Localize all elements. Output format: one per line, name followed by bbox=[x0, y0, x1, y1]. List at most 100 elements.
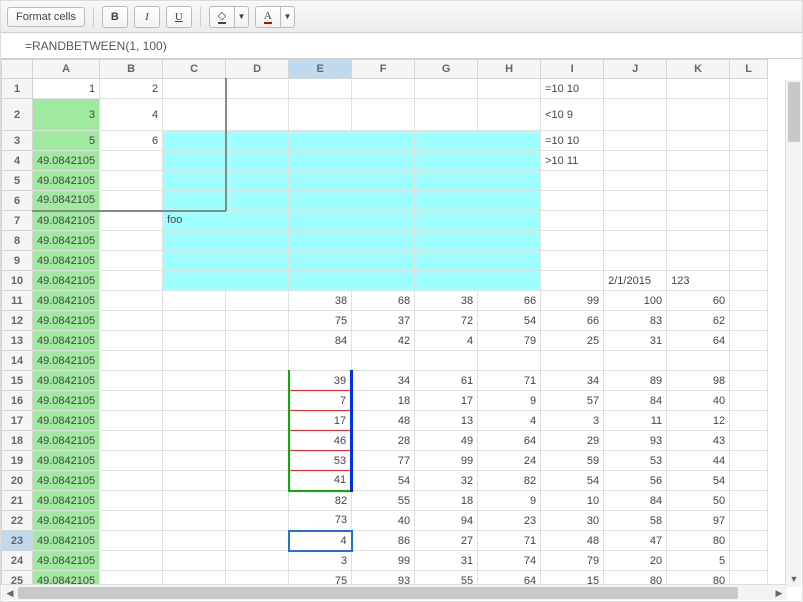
cell-G16[interactable]: 17 bbox=[415, 391, 478, 411]
cell-A12[interactable]: 49.0842105 bbox=[33, 311, 100, 331]
cell-D14[interactable] bbox=[226, 351, 289, 371]
cell-I22[interactable]: 30 bbox=[541, 511, 604, 531]
cell-G6[interactable] bbox=[415, 191, 478, 211]
cell-L9[interactable] bbox=[730, 251, 768, 271]
cell-H25[interactable]: 64 bbox=[478, 571, 541, 586]
cell-L11[interactable] bbox=[730, 291, 768, 311]
col-header-A[interactable]: A bbox=[33, 60, 100, 79]
cell-C23[interactable] bbox=[163, 531, 226, 551]
cell-A22[interactable]: 49.0842105 bbox=[33, 511, 100, 531]
underline-button[interactable]: U bbox=[166, 6, 192, 28]
cell-L16[interactable] bbox=[730, 391, 768, 411]
cell-F25[interactable]: 93 bbox=[352, 571, 415, 586]
cell-K15[interactable]: 98 bbox=[667, 371, 730, 391]
cell-E2[interactable] bbox=[289, 99, 352, 131]
cell-L19[interactable] bbox=[730, 451, 768, 471]
cell-B1[interactable]: 2 bbox=[100, 79, 163, 99]
cell-J19[interactable]: 53 bbox=[604, 451, 667, 471]
cell-B14[interactable] bbox=[100, 351, 163, 371]
cell-L7[interactable] bbox=[730, 211, 768, 231]
row-header-25[interactable]: 25 bbox=[2, 571, 33, 586]
cell-L25[interactable] bbox=[730, 571, 768, 586]
cell-K7[interactable] bbox=[667, 211, 730, 231]
cell-A15[interactable]: 49.0842105 bbox=[33, 371, 100, 391]
cell-B17[interactable] bbox=[100, 411, 163, 431]
cell-L17[interactable] bbox=[730, 411, 768, 431]
cell-G9[interactable] bbox=[415, 251, 478, 271]
cell-F9[interactable] bbox=[352, 251, 415, 271]
fill-color-button[interactable]: ◇ bbox=[209, 6, 235, 28]
cell-E6[interactable] bbox=[289, 191, 352, 211]
cell-D22[interactable] bbox=[226, 511, 289, 531]
cell-D11[interactable] bbox=[226, 291, 289, 311]
cell-I13[interactable]: 25 bbox=[541, 331, 604, 351]
col-header-C[interactable]: C bbox=[163, 60, 226, 79]
cell-B25[interactable] bbox=[100, 571, 163, 586]
cell-K5[interactable] bbox=[667, 171, 730, 191]
col-header-I[interactable]: I bbox=[541, 60, 604, 79]
cell-C22[interactable] bbox=[163, 511, 226, 531]
cell-B24[interactable] bbox=[100, 551, 163, 571]
cell-D2[interactable] bbox=[226, 99, 289, 131]
cell-L5[interactable] bbox=[730, 171, 768, 191]
cell-H11[interactable]: 66 bbox=[478, 291, 541, 311]
cell-C12[interactable] bbox=[163, 311, 226, 331]
cell-E17[interactable]: 17 bbox=[289, 411, 352, 431]
row-header-11[interactable]: 11 bbox=[2, 291, 33, 311]
cell-B10[interactable] bbox=[100, 271, 163, 291]
cell-I8[interactable] bbox=[541, 231, 604, 251]
cell-H7[interactable] bbox=[478, 211, 541, 231]
scrollbar-thumb[interactable] bbox=[788, 82, 800, 142]
cell-G8[interactable] bbox=[415, 231, 478, 251]
cell-G17[interactable]: 13 bbox=[415, 411, 478, 431]
cell-J23[interactable]: 47 bbox=[604, 531, 667, 551]
cell-K2[interactable] bbox=[667, 99, 730, 131]
cell-B3[interactable]: 6 bbox=[100, 131, 163, 151]
cell-L6[interactable] bbox=[730, 191, 768, 211]
cell-E20[interactable]: 41 bbox=[289, 471, 352, 491]
cell-A18[interactable]: 49.0842105 bbox=[33, 431, 100, 451]
fill-color-dropdown[interactable]: ▼ bbox=[235, 6, 249, 28]
cell-I2[interactable]: <10 9 bbox=[541, 99, 604, 131]
cell-J13[interactable]: 31 bbox=[604, 331, 667, 351]
cell-E1[interactable] bbox=[289, 79, 352, 99]
col-header-H[interactable]: H bbox=[478, 60, 541, 79]
cell-I21[interactable]: 10 bbox=[541, 491, 604, 511]
cell-I14[interactable] bbox=[541, 351, 604, 371]
cell-K19[interactable]: 44 bbox=[667, 451, 730, 471]
cell-L24[interactable] bbox=[730, 551, 768, 571]
cell-I16[interactable]: 57 bbox=[541, 391, 604, 411]
cell-E18[interactable]: 46 bbox=[289, 431, 352, 451]
cell-F20[interactable]: 54 bbox=[352, 471, 415, 491]
row-header-7[interactable]: 7 bbox=[2, 211, 33, 231]
cell-C19[interactable] bbox=[163, 451, 226, 471]
cell-K24[interactable]: 5 bbox=[667, 551, 730, 571]
cell-K25[interactable]: 80 bbox=[667, 571, 730, 586]
cell-I4[interactable]: >10 11 bbox=[541, 151, 604, 171]
cell-B16[interactable] bbox=[100, 391, 163, 411]
cell-A13[interactable]: 49.0842105 bbox=[33, 331, 100, 351]
cell-F13[interactable]: 42 bbox=[352, 331, 415, 351]
cell-G3[interactable] bbox=[415, 131, 478, 151]
cell-K14[interactable] bbox=[667, 351, 730, 371]
row-header-19[interactable]: 19 bbox=[2, 451, 33, 471]
cell-E14[interactable] bbox=[289, 351, 352, 371]
cell-H1[interactable] bbox=[478, 79, 541, 99]
cell-G25[interactable]: 55 bbox=[415, 571, 478, 586]
cell-C15[interactable] bbox=[163, 371, 226, 391]
cell-C4[interactable] bbox=[163, 151, 226, 171]
cell-I19[interactable]: 59 bbox=[541, 451, 604, 471]
row-header-23[interactable]: 23 bbox=[2, 531, 33, 551]
row-header-5[interactable]: 5 bbox=[2, 171, 33, 191]
cell-B7[interactable] bbox=[100, 211, 163, 231]
cell-A21[interactable]: 49.0842105 bbox=[33, 491, 100, 511]
cell-A5[interactable]: 49.0842105 bbox=[33, 171, 100, 191]
cell-J10[interactable]: 2/1/2015 bbox=[604, 271, 667, 291]
cell-I23[interactable]: 48 bbox=[541, 531, 604, 551]
cell-L1[interactable] bbox=[730, 79, 768, 99]
cell-E15[interactable]: 39 bbox=[289, 371, 352, 391]
cell-D9[interactable] bbox=[226, 251, 289, 271]
cell-F21[interactable]: 55 bbox=[352, 491, 415, 511]
cell-G4[interactable] bbox=[415, 151, 478, 171]
cell-F5[interactable] bbox=[352, 171, 415, 191]
